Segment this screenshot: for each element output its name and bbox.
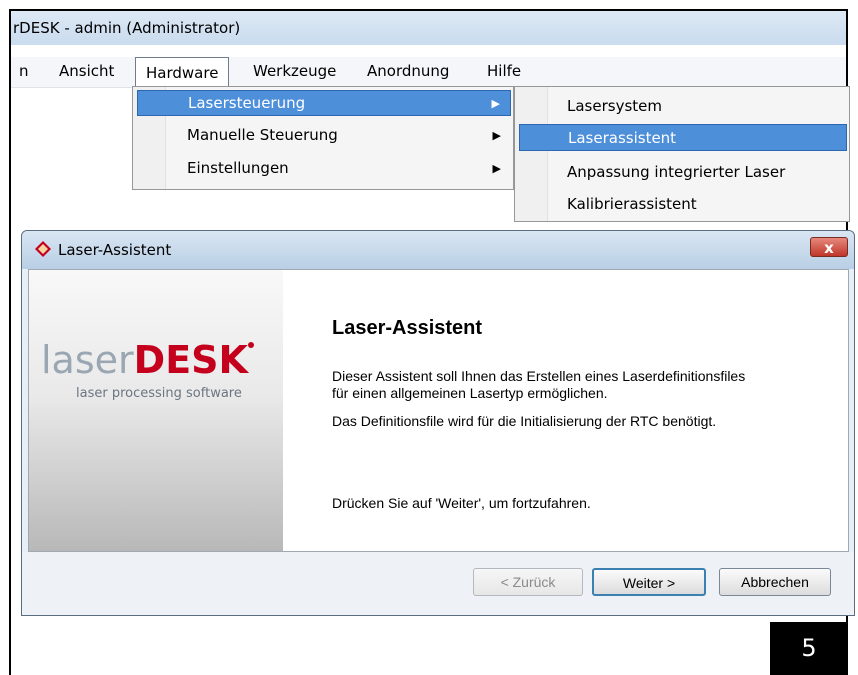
menu-item-laserassistent[interactable]: Laserassistent (519, 124, 847, 151)
dialog-footer: < Zurück Weiter > Abbrechen (22, 552, 854, 615)
dialog-heading: Laser-Assistent (332, 317, 483, 339)
logo-text-bold: DESK (133, 338, 248, 382)
intro-line-1: Dieser Assistent soll Ihnen das Erstelle… (332, 368, 746, 384)
logo-tagline: laser processing software (76, 386, 242, 401)
menu-item-einstellungen[interactable]: Einstellungen ▶ (137, 156, 511, 182)
next-button[interactable]: Weiter > (592, 568, 706, 596)
continue-hint: Drücken Sie auf 'Weiter', um fortzufahre… (332, 495, 591, 511)
menu-item-label: Kalibrierassistent (567, 195, 697, 213)
menu-item-lasersteuerung[interactable]: Lasersteuerung ▶ (137, 90, 511, 116)
intro-line-2: für einen allgemeinen Lasertyp ermöglich… (332, 385, 608, 401)
menu-item-label: Lasersteuerung (188, 94, 306, 112)
laserdesk-app-icon (35, 241, 51, 257)
menu-item-label: Einstellungen (187, 159, 289, 177)
dialog-titlebar: Laser-Assistent x (22, 231, 854, 269)
dialog-title: Laser-Assistent (58, 241, 172, 259)
menu-item-label: Lasersystem (567, 97, 662, 115)
cancel-button[interactable]: Abbrechen (719, 568, 831, 596)
menu-item-lasersystem[interactable]: Lasersystem (519, 93, 847, 119)
close-button[interactable]: x (810, 237, 848, 257)
back-button[interactable]: < Zurück (473, 568, 583, 596)
step-number-badge: 5 (770, 622, 848, 675)
submenu-arrow-icon: ▶ (492, 129, 501, 142)
dialog-body: laserDESK laser processing software Lase… (28, 269, 849, 552)
logo-dot (247, 342, 254, 348)
logo-text-light: laser (41, 338, 134, 382)
lasersteuerung-submenu: Lasersystem Laserassistent Anpassung int… (514, 86, 850, 222)
menu-item-cutoff[interactable]: n (19, 62, 29, 80)
laser-assistent-dialog: Laser-Assistent x laserDESK laser proces… (21, 230, 855, 616)
menu-anordnung[interactable]: Anordnung (367, 62, 449, 80)
menu-hardware[interactable]: Hardware (135, 57, 230, 87)
menu-hilfe[interactable]: Hilfe (487, 62, 521, 80)
menu-item-label: Laserassistent (568, 129, 677, 147)
menu-ansicht[interactable]: Ansicht (59, 62, 114, 80)
main-window-title: rDESK - admin (Administrator) (13, 19, 241, 37)
menu-bar: n Ansicht Hardware Werkzeuge Anordnung H… (11, 57, 846, 88)
menu-item-anpassung-integrierter-laser[interactable]: Anpassung integrierter Laser (519, 159, 847, 185)
definition-info: Das Definitionsfile wird für die Initial… (332, 413, 717, 429)
menu-item-manuelle-steuerung[interactable]: Manuelle Steuerung ▶ (137, 123, 511, 149)
menu-item-label: Manuelle Steuerung (187, 126, 338, 144)
menu-werkzeuge[interactable]: Werkzeuge (253, 62, 336, 80)
menu-item-label: Anpassung integrierter Laser (567, 163, 786, 181)
submenu-arrow-icon: ▶ (491, 97, 500, 110)
menu-item-kalibrierassistent[interactable]: Kalibrierassistent (519, 191, 847, 217)
side-panel: laserDESK laser processing software (29, 270, 283, 551)
laserdesk-logo: laserDESK (41, 338, 254, 382)
submenu-arrow-icon: ▶ (492, 162, 501, 175)
main-window-titlebar: rDESK - admin (Administrator) (11, 11, 846, 45)
hardware-menu: Lasersteuerung ▶ Manuelle Steuerung ▶ Ei… (132, 86, 514, 190)
